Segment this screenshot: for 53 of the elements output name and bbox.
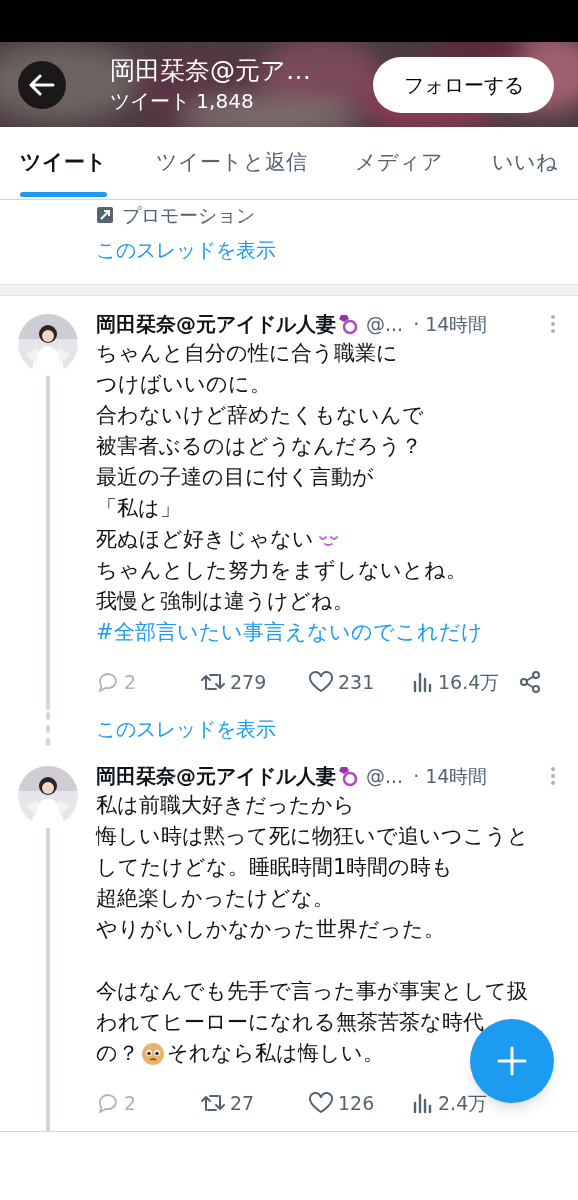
tab[interactable]: いいね xyxy=(491,127,558,199)
tweet-text-line: 超絶楽しかったけどな。 xyxy=(96,884,334,912)
tweet-text-line: 「私は」 xyxy=(96,494,181,522)
heart-icon[interactable] xyxy=(308,1092,334,1114)
like-count: 126 xyxy=(338,1090,375,1116)
tweet-text-line: それなら私は悔しい。 xyxy=(167,1039,384,1067)
retweet-count: 27 xyxy=(230,1090,255,1116)
share-icon[interactable] xyxy=(518,670,542,694)
views-icon[interactable] xyxy=(412,671,434,693)
tweet-text-line: 私は前職大好きだったから xyxy=(96,791,355,819)
tweet-text-line: つけばいいのに。 xyxy=(96,370,271,398)
pleading-face-icon xyxy=(141,1041,165,1066)
tweet-text-line: 最近の子達の目に付く言動が xyxy=(96,463,374,491)
ring-icon xyxy=(336,765,358,787)
like-count: 231 xyxy=(338,669,375,695)
tweet-text-line: 今はなんでも先手で言った事が事実として扱 xyxy=(96,977,528,1005)
author-handle: @... xyxy=(366,311,404,337)
tweet-text-line: 被害者ぶるのはどうなんだろう？ xyxy=(96,432,422,460)
tweet-text-line: 我慢と強制は違うけどね。 xyxy=(96,587,354,615)
tweet-text-line: ちゃんとした努力をまずしないとね。 xyxy=(96,556,467,584)
profile-name: 岡田栞奈@元ア… xyxy=(110,54,312,87)
views-icon[interactable] xyxy=(412,1092,434,1114)
tweet-count: ツイート 1,848 xyxy=(110,87,255,115)
tweet-time: · 14時間 xyxy=(413,763,488,789)
author-handle: @... xyxy=(366,763,404,789)
tweet-text-line: やりがいしかなかった世界だった。 xyxy=(96,915,445,943)
tweet-text-line: 死ぬほど好きじゃない xyxy=(96,525,314,553)
promotion-icon xyxy=(96,206,114,224)
reply-count: 2 xyxy=(124,1090,137,1116)
back-arrow-icon xyxy=(29,73,55,96)
tab[interactable]: ツイートと返信 xyxy=(155,127,307,199)
promotion-label: プロモーション xyxy=(122,203,255,228)
retweet-count: 279 xyxy=(230,669,267,695)
tweet-text-line: の？ xyxy=(96,1039,139,1067)
reply-count: 2 xyxy=(124,669,137,695)
retweet-icon[interactable] xyxy=(200,671,226,693)
tab[interactable]: ツイート xyxy=(20,127,107,199)
follow-button[interactable]: フォローする xyxy=(373,56,554,113)
ring-icon xyxy=(336,313,358,335)
plus-icon xyxy=(497,1046,527,1076)
tweet-time: · 14時間 xyxy=(413,311,488,337)
view-count: 2.4万 xyxy=(438,1090,488,1116)
retweet-icon[interactable] xyxy=(200,1092,226,1114)
author-name: 岡田栞奈@元アイドル人妻 xyxy=(96,763,336,790)
tab[interactable]: メディア xyxy=(355,127,444,199)
tweet-text-line: してたけどな。睡眠時間1時間の時も xyxy=(96,853,454,881)
tweet-text-line: 悔しい時は黙って死に物狂いで追いつこうと xyxy=(96,822,529,850)
tweet-text-line: ちゃんと自分の性に合う職業に xyxy=(96,339,398,367)
tweet-text-line: われてヒーローになれる無茶苦茶な時代 xyxy=(96,1008,484,1036)
heart-icon[interactable] xyxy=(308,671,334,693)
tweet-text-line: 合わないけど辞めたくもないんで xyxy=(96,401,424,429)
author-name: 岡田栞奈@元アイドル人妻 xyxy=(96,311,336,338)
view-count: 16.4万 xyxy=(438,669,500,695)
